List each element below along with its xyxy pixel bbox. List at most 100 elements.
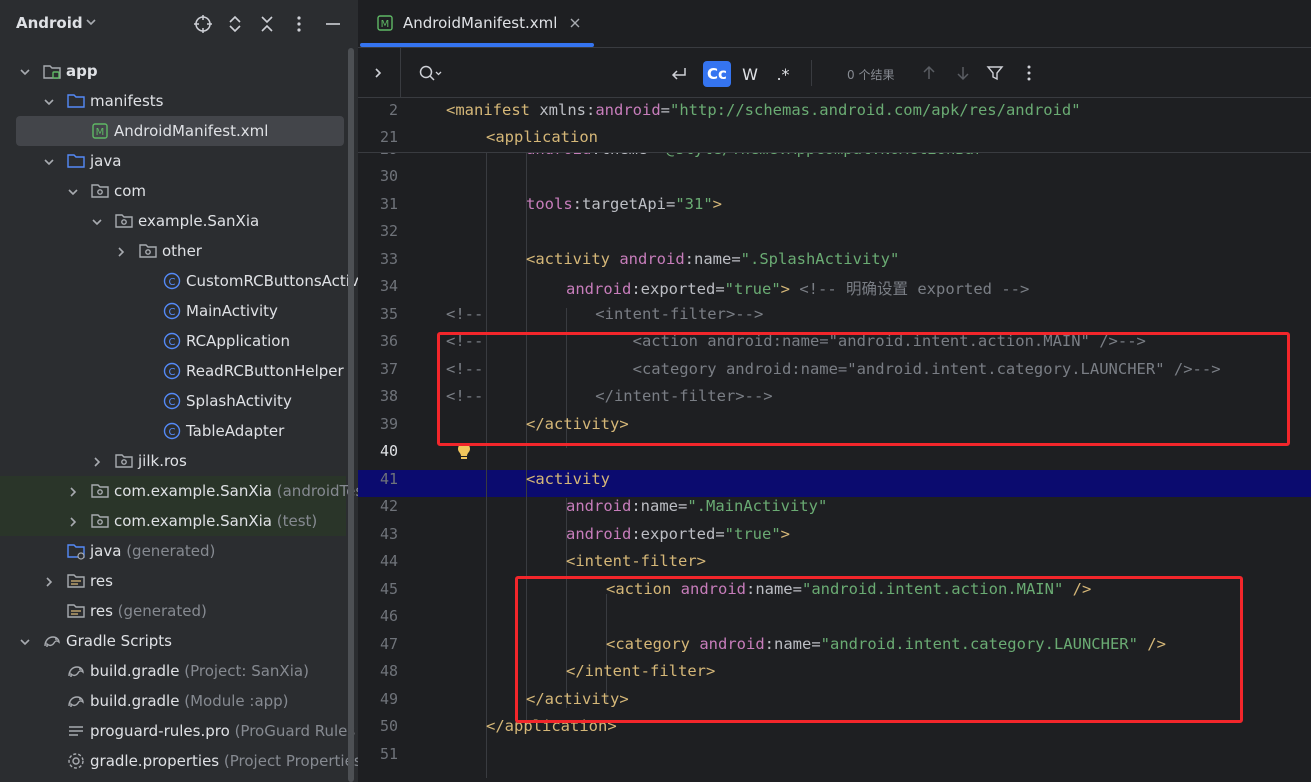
tree-item[interactable]: C RCApplication xyxy=(0,326,346,356)
tree-item[interactable]: other xyxy=(0,236,346,266)
chevron-down-icon[interactable] xyxy=(90,214,104,228)
code-line[interactable]: <application xyxy=(486,128,598,146)
tree-item-hint: (Project Properties xyxy=(219,752,358,770)
chevron-down-icon[interactable] xyxy=(66,184,80,198)
project-scrollbar[interactable] xyxy=(346,48,356,782)
tree-item[interactable]: C CustomRCButtonsActivity xyxy=(0,266,358,296)
chevron-right-icon[interactable] xyxy=(114,244,128,258)
tree-item-label: CustomRCButtonsActivity xyxy=(186,272,358,290)
tree-item[interactable]: build.gradle (Project: SanXia) xyxy=(0,656,346,686)
tree-item-label: jilk.ros xyxy=(138,452,187,470)
sticky-lines[interactable]: 2 <manifest xmlns:android="http://schemas… xyxy=(358,98,1311,153)
tree-item-hint: (test) xyxy=(272,512,318,530)
previous-occurrence-icon[interactable] xyxy=(920,64,938,82)
tree-item[interactable]: com xyxy=(0,176,346,206)
tree-item[interactable]: proguard-rules.pro (ProGuard Rules f xyxy=(0,716,358,746)
settings-file-icon xyxy=(66,751,86,771)
chevron-right-icon[interactable] xyxy=(90,454,104,468)
code-token: <intent-filter> xyxy=(566,552,706,570)
tree-item[interactable]: app xyxy=(0,56,346,86)
line-number: 50 xyxy=(379,717,398,735)
tree-item-label: java (generated) xyxy=(90,542,216,560)
tree-item[interactable]: com.example.SanXia (test) xyxy=(0,506,346,536)
options-icon[interactable] xyxy=(288,13,310,35)
chevron-right-icon[interactable] xyxy=(66,484,80,498)
package-icon xyxy=(90,511,110,531)
code-token: <application xyxy=(486,128,598,146)
code-token: android xyxy=(595,101,661,119)
line-number: 39 xyxy=(379,414,398,433)
tree-item-label: manifests xyxy=(90,92,164,110)
tree-item-label: RCApplication xyxy=(186,332,290,350)
tree-item[interactable]: C SplashActivity xyxy=(0,386,346,416)
tab-android-manifest[interactable]: M AndroidManifest.xml xyxy=(360,0,594,48)
tree-item[interactable]: C ReadRCButtonHelper xyxy=(0,356,346,386)
code-line[interactable]: <intent-filter> xyxy=(566,552,706,570)
code-line[interactable]: android:name=".MainActivity" xyxy=(566,497,827,515)
code-token: = xyxy=(660,101,670,119)
tree-item[interactable]: com.example.SanXia (androidTest) xyxy=(0,476,358,506)
line-number: 37 xyxy=(379,359,398,378)
tree-item[interactable]: java xyxy=(0,146,346,176)
code-line[interactable]: <manifest xmlns:android="http://schemas.… xyxy=(446,101,1081,119)
whole-words-button[interactable]: W xyxy=(738,61,762,87)
tab-label: AndroidManifest.xml xyxy=(403,14,558,32)
line-number: 30 xyxy=(379,167,398,185)
chevron-down-icon[interactable] xyxy=(42,94,56,108)
tree-item-hint: (Module :app) xyxy=(179,692,289,710)
project-view-selector[interactable]: Android xyxy=(16,14,83,32)
chevron-down-icon[interactable] xyxy=(42,154,56,168)
chevron-right-icon[interactable] xyxy=(66,514,80,528)
code-line[interactable]: android:exported="true"> <!-- 明确设置 expor… xyxy=(566,277,1029,299)
new-line-icon[interactable] xyxy=(668,64,690,84)
filter-icon[interactable] xyxy=(986,64,1004,82)
find-divider xyxy=(811,60,812,86)
code-line[interactable]: <activity android:name=".SplashActivity" xyxy=(526,250,899,268)
close-icon[interactable] xyxy=(569,17,581,29)
tree-item[interactable]: example.SanXia xyxy=(0,206,346,236)
svg-text:C: C xyxy=(169,307,176,318)
class-icon: C xyxy=(162,301,182,321)
search-history-icon[interactable] xyxy=(418,64,442,82)
more-options-icon[interactable] xyxy=(1020,64,1038,82)
tree-item[interactable]: res (generated) xyxy=(0,596,346,626)
locate-icon[interactable] xyxy=(192,13,214,35)
tree-item[interactable]: gradle.properties (Project Properties xyxy=(0,746,358,776)
code-line[interactable]: <activity xyxy=(526,470,610,488)
tree-item[interactable]: C TableAdapter xyxy=(0,416,346,446)
regex-button[interactable]: .* xyxy=(771,61,795,87)
expand-all-icon[interactable] xyxy=(224,13,246,35)
chevron-down-icon[interactable] xyxy=(18,64,32,78)
chevron-down-icon[interactable] xyxy=(18,634,32,648)
line-number: 31 xyxy=(379,194,398,213)
tree-item[interactable]: M AndroidManifest.xml xyxy=(16,116,344,146)
code-token: ".SplashActivity" xyxy=(740,249,900,268)
code-token: :name= xyxy=(631,497,688,515)
indent-guide xyxy=(486,138,487,778)
tree-item[interactable]: res xyxy=(0,566,346,596)
gradle-icon xyxy=(66,661,86,681)
tree-item[interactable]: java (generated) xyxy=(0,536,346,566)
tree-item-label: proguard-rules.pro (ProGuard Rules f xyxy=(90,722,358,740)
code-line[interactable]: tools:targetApi="31"> xyxy=(526,195,722,213)
expand-replace-icon[interactable] xyxy=(372,67,384,79)
collapse-all-icon[interactable] xyxy=(256,13,278,35)
caret-line-highlight xyxy=(358,470,1311,497)
tree-item[interactable]: jilk.ros xyxy=(0,446,346,476)
chevron-right-icon[interactable] xyxy=(42,574,56,588)
code-editor[interactable]: 28android:supportsRtl="true"29android:th… xyxy=(358,98,1311,782)
find-bar: Cc W .* 0 个结果 xyxy=(358,48,1311,98)
tree-item[interactable]: Gradle Scripts xyxy=(0,626,346,656)
code-line[interactable]: <!-- <intent-filter>--> xyxy=(446,305,763,323)
tree-item[interactable]: manifests xyxy=(0,86,346,116)
code-token: <activity xyxy=(526,469,610,488)
chevron-down-icon[interactable] xyxy=(85,16,97,28)
tree-item[interactable]: build.gradle (Module :app) xyxy=(0,686,346,716)
code-token: "31" xyxy=(675,194,713,213)
next-occurrence-icon[interactable] xyxy=(954,64,972,82)
tree-item[interactable]: C MainActivity xyxy=(0,296,346,326)
match-case-button[interactable]: Cc xyxy=(703,61,731,87)
code-line[interactable]: android:exported="true"> xyxy=(566,525,790,543)
hide-panel-icon[interactable] xyxy=(322,13,344,35)
line-number: 48 xyxy=(379,662,398,680)
